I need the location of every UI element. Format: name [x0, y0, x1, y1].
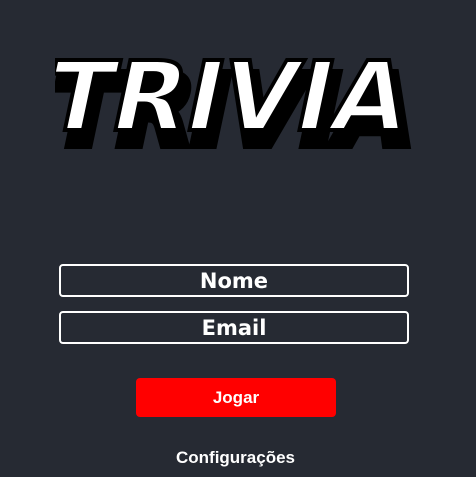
logo-text: TRIVIA: [55, 41, 415, 153]
name-input[interactable]: [59, 264, 409, 297]
settings-button[interactable]: Configurações: [0, 447, 471, 469]
email-input[interactable]: [59, 311, 409, 344]
trivia-logo: TRIVIA TRIVIA: [55, 40, 415, 165]
play-button[interactable]: Jogar: [136, 378, 336, 417]
